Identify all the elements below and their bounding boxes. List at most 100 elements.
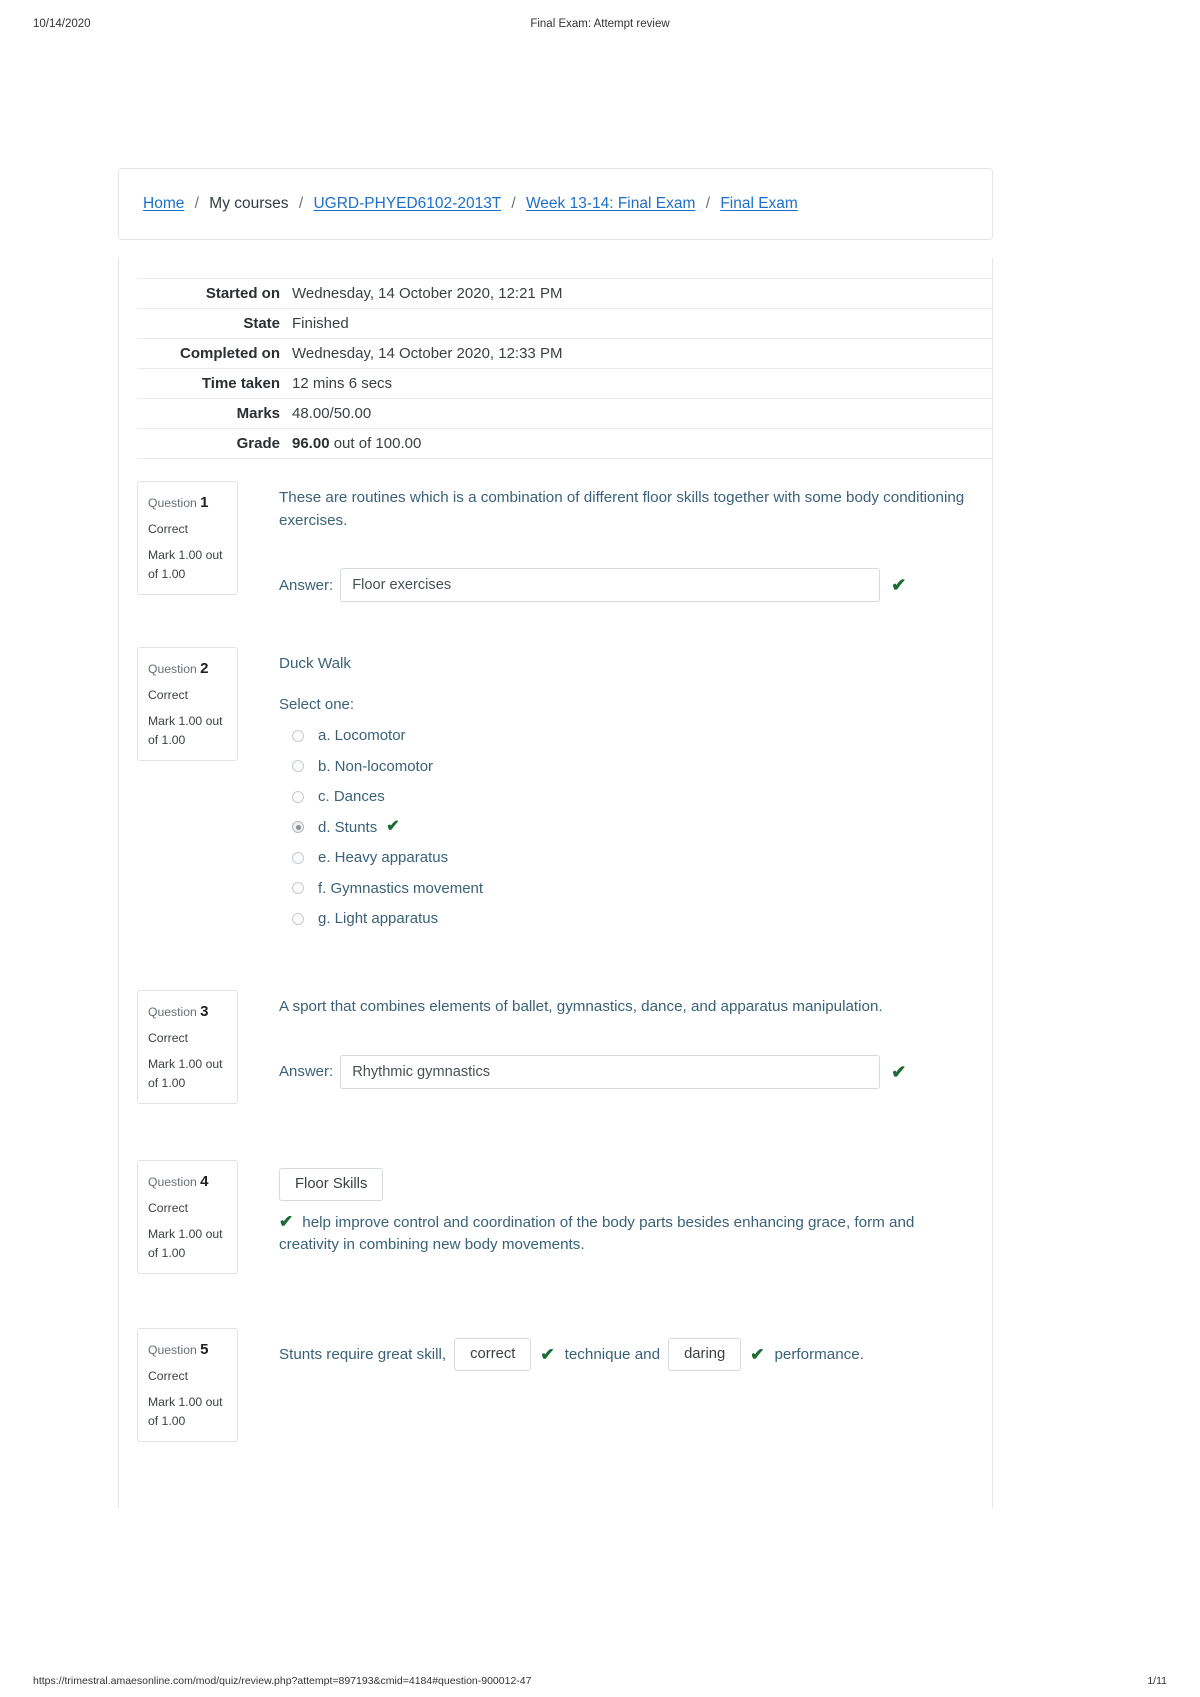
- question-word: Question: [148, 662, 197, 676]
- radio-icon[interactable]: [292, 851, 304, 864]
- summary-value: Wednesday, 14 October 2020, 12:21 PM: [292, 285, 563, 302]
- breadcrumb-card: Home / My courses / UGRD-PHYED6102-2013T…: [118, 168, 993, 240]
- question-block-5: Question 5 Correct Mark 1.00 out of 1.00…: [137, 1327, 974, 1442]
- question-number-label: Question 1: [148, 491, 227, 514]
- question-text-tail: performance.: [774, 1345, 864, 1363]
- correct-tick-icon: ✔: [891, 575, 907, 595]
- breadcrumb-separator: /: [705, 195, 710, 212]
- breadcrumb-item-quiz[interactable]: Final Exam: [720, 195, 798, 212]
- question-block-4: Question 4 Correct Mark 1.00 out of 1.00…: [137, 1159, 974, 1274]
- question-number-label: Question 4: [148, 1170, 227, 1193]
- answer-line: Answer: Rhythmic gymnastics ✔: [279, 1054, 974, 1089]
- question-block-3: Question 3 Correct Mark 1.00 out of 1.00…: [137, 990, 974, 1104]
- drop-zone-filled[interactable]: Floor Skills: [279, 1167, 384, 1201]
- drop-zone-1-filled[interactable]: correct: [454, 1337, 532, 1371]
- grade-suffix: out of 100.00: [329, 435, 422, 452]
- question-number: 2: [200, 660, 209, 677]
- summary-row-time-taken: Time taken 12 mins 6 secs: [137, 369, 993, 399]
- question-info-2: Question 2 Correct Mark 1.00 out of 1.00: [137, 647, 238, 761]
- option-f[interactable]: f. Gymnastics movement: [279, 873, 974, 904]
- question-number: 1: [200, 494, 209, 511]
- breadcrumb-item-my-courses: My courses: [209, 195, 289, 212]
- question-text-lead: Stunts require great skill,: [279, 1345, 447, 1363]
- select-one-label: Select one:: [279, 695, 355, 713]
- summary-label: Marks: [236, 405, 280, 422]
- option-label: d. Stunts: [318, 818, 378, 836]
- question-state: Correct: [148, 1031, 188, 1046]
- summary-value: 12 mins 6 secs: [292, 375, 393, 392]
- breadcrumb-item-home[interactable]: Home: [143, 195, 184, 212]
- question-info-3: Question 3 Correct Mark 1.00 out of 1.00: [137, 990, 238, 1104]
- breadcrumb-separator: /: [298, 195, 304, 212]
- drop-zone-2-filled[interactable]: daring: [668, 1337, 742, 1371]
- summary-label: Completed on: [180, 345, 280, 362]
- summary-label: Grade: [236, 435, 280, 452]
- question-state: Correct: [148, 1369, 188, 1384]
- option-label: f. Gymnastics movement: [318, 879, 484, 897]
- answer-input[interactable]: Floor exercises: [340, 568, 881, 602]
- option-c[interactable]: c. Dances: [279, 782, 974, 813]
- option-d[interactable]: d. Stunts ✔: [279, 812, 974, 843]
- answer-options: a. Locomotor b. Non-locomotor c. Dances …: [279, 721, 974, 935]
- question-trailing-text: help improve control and coordination of…: [279, 1213, 915, 1254]
- question-state: Correct: [148, 688, 188, 703]
- question-info-4: Question 4 Correct Mark 1.00 out of 1.00: [137, 1159, 238, 1274]
- question-text: A sport that combines elements of ballet…: [279, 998, 883, 1015]
- option-label: c. Dances: [318, 788, 385, 806]
- option-e[interactable]: e. Heavy apparatus: [279, 843, 974, 874]
- inline-drag-row: Stunts require great skill, correct ✔ te…: [279, 1337, 974, 1371]
- question-text: Duck Walk: [279, 655, 352, 672]
- radio-icon[interactable]: [292, 912, 304, 925]
- question-mark: Mark 1.00 out of 1.00: [148, 714, 223, 748]
- option-b[interactable]: b. Non-locomotor: [279, 751, 974, 782]
- page-content: Home / My courses / UGRD-PHYED6102-2013T…: [118, 168, 993, 1508]
- question-body-4: Floor Skills ✔ help improve control and c…: [279, 1160, 974, 1274]
- radio-icon[interactable]: [292, 729, 304, 742]
- correct-tick-icon: ✔: [386, 818, 400, 836]
- option-g[interactable]: g. Light apparatus: [279, 904, 974, 935]
- radio-icon[interactable]: [292, 760, 304, 773]
- question-mark: Mark 1.00 out of 1.00: [148, 1227, 223, 1261]
- summary-value: Finished: [292, 315, 349, 332]
- question-number: 3: [200, 1003, 209, 1020]
- correct-tick-icon: ✔: [750, 1344, 765, 1364]
- answer-label: Answer:: [279, 1063, 334, 1080]
- print-footer-url: https://trimestral.amaesonline.com/mod/q…: [33, 1675, 532, 1687]
- option-a[interactable]: a. Locomotor: [279, 721, 974, 752]
- radio-icon-selected[interactable]: [292, 821, 304, 834]
- radio-icon[interactable]: [292, 882, 304, 895]
- breadcrumb-separator: /: [194, 195, 199, 212]
- question-number-label: Question 2: [148, 657, 227, 680]
- print-header-title: Final Exam: Attempt review: [530, 18, 670, 30]
- radio-icon[interactable]: [292, 790, 304, 803]
- question-word: Question: [148, 1174, 197, 1189]
- summary-row-grade: Grade 96.00 out of 100.00: [137, 429, 993, 459]
- breadcrumb: Home / My courses / UGRD-PHYED6102-2013T…: [143, 195, 798, 213]
- summary-value: 96.00 out of 100.00: [292, 429, 993, 459]
- answer-input[interactable]: Rhythmic gymnastics: [340, 1054, 881, 1089]
- summary-row-marks: Marks 48.00/50.00: [137, 399, 993, 429]
- attempt-summary-table: Started on Wednesday, 14 October 2020, 1…: [137, 278, 993, 459]
- print-footer-page: 1/11: [1147, 1675, 1167, 1687]
- attempt-review-card: Started on Wednesday, 14 October 2020, 1…: [118, 258, 993, 1508]
- question-mark: Mark 1.00 out of 1.00: [148, 1057, 223, 1091]
- breadcrumb-item-course[interactable]: UGRD-PHYED6102-2013T: [313, 195, 501, 212]
- breadcrumb-item-section[interactable]: Week 13-14: Final Exam: [526, 195, 695, 212]
- question-word: Question: [148, 1342, 197, 1357]
- option-label: g. Light apparatus: [318, 910, 439, 928]
- summary-row-started-on: Started on Wednesday, 14 October 2020, 1…: [137, 278, 993, 309]
- question-mark: Mark 1.00 out of 1.00: [148, 548, 223, 582]
- correct-tick-icon: ✔: [540, 1344, 555, 1364]
- question-block-1: Question 1 Correct Mark 1.00 out of 1.00…: [137, 481, 974, 602]
- question-info-5: Question 5 Correct Mark 1.00 out of 1.00: [137, 1327, 238, 1442]
- summary-row-completed-on: Completed on Wednesday, 14 October 2020,…: [137, 339, 993, 369]
- option-label: e. Heavy apparatus: [318, 849, 449, 867]
- question-text-middle: technique and: [564, 1345, 661, 1363]
- question-number: 5: [200, 1340, 209, 1358]
- question-text: ✔ help improve control and coordination o…: [279, 1212, 959, 1257]
- question-word: Question: [148, 496, 197, 510]
- summary-value: 48.00/50.00: [292, 405, 372, 422]
- answer-label: Answer:: [279, 576, 334, 594]
- answer-line: Answer: Floor exercises ✔: [279, 568, 974, 602]
- question-word: Question: [148, 1005, 197, 1019]
